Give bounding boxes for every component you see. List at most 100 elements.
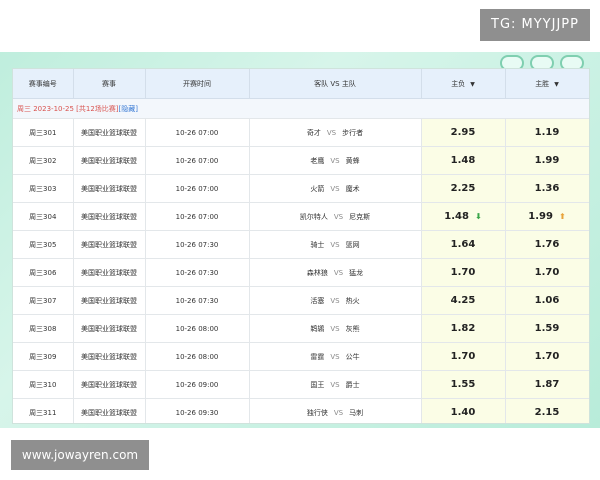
header-home-odds[interactable]: 主胜 ▼ — [505, 69, 589, 99]
table-row[interactable]: 周三303 美国职业篮球联盟 10-26 07:00 火箭 VS 魔术 2.25 1.36 — [13, 174, 589, 203]
away-odds-cell[interactable]: 1.64 — [421, 230, 506, 259]
table-row[interactable]: 周三304 美国职业篮球联盟 10-26 07:00 凯尔特人 VS 尼克斯 1.48 ⬇ 1.… — [13, 202, 589, 231]
vs-label: VS — [333, 408, 344, 417]
away-odds-cell[interactable]: 1.48 ⬇ — [421, 202, 506, 231]
league-cell: 美国职业篮球联盟 — [73, 202, 146, 231]
teams-cell: 骑士 VS 篮网 — [249, 230, 422, 259]
time-cell: 10-26 07:30 — [145, 258, 250, 287]
home-odds-cell[interactable]: 1.70 — [505, 258, 589, 287]
odds-table-panel: 赛事编号 赛事 开赛时间 客队 VS 主队 主负 ▼ 主胜 ▼ 周三 2023-10… — [12, 68, 590, 424]
away-odds-cell[interactable]: 1.55 — [421, 370, 506, 399]
teams-cell: 鹈鹕 VS 灰熊 — [249, 314, 422, 343]
away-team: 国王 — [310, 380, 325, 389]
home-odds-cell[interactable]: 1.99 — [505, 146, 589, 175]
league-cell: 美国职业篮球联盟 — [73, 370, 146, 399]
away-odds-cell[interactable]: 1.70 — [421, 258, 506, 287]
match-no-cell: 周三305 — [13, 230, 74, 259]
away-odds-cell[interactable]: 1.48 — [421, 146, 506, 175]
header-away-odds[interactable]: 主负 ▼ — [421, 69, 506, 99]
vs-label: VS — [330, 240, 340, 249]
home-odds-cell[interactable]: 1.76 — [505, 230, 589, 259]
header-teams: 客队 VS 主队 — [249, 69, 422, 99]
away-team: 火箭 — [310, 184, 325, 193]
home-team: 灰熊 — [345, 324, 360, 333]
arrow-up-icon: ⬆ — [558, 212, 566, 221]
away-odds-cell[interactable]: 2.95 — [421, 118, 506, 147]
time-cell: 10-26 07:00 — [145, 146, 250, 175]
header-time: 开赛时间 — [145, 69, 250, 99]
table-row[interactable]: 周三306 美国职业篮球联盟 10-26 07:30 森林狼 VS 猛龙 1.70 1.70 — [13, 258, 589, 287]
away-team: 奇才 — [306, 128, 321, 137]
home-team: 爵士 — [345, 380, 360, 389]
date-row: 周三 2023-10-25 [共12场比赛][隐藏] — [13, 98, 589, 119]
table-row[interactable]: 周三307 美国职业篮球联盟 10-26 07:30 活塞 VS 热火 4.25 1.06 — [13, 286, 589, 315]
header-match-no: 赛事编号 — [13, 69, 74, 99]
watermark-bottom: www.jowayren.com — [11, 440, 149, 470]
vs-label: VS — [330, 156, 340, 165]
away-team: 森林狼 — [306, 268, 328, 277]
home-odds-cell[interactable]: 1.87 — [505, 370, 589, 399]
league-cell: 美国职业篮球联盟 — [73, 314, 146, 343]
match-no-cell: 周三310 — [13, 370, 74, 399]
time-cell: 10-26 07:00 — [145, 202, 250, 231]
away-team: 凯尔特人 — [299, 212, 328, 221]
teams-cell: 活塞 VS 热火 — [249, 286, 422, 315]
teams-cell: 老鹰 VS 黄蜂 — [249, 146, 422, 175]
home-odds-cell[interactable]: 2.15 — [505, 398, 589, 423]
time-cell: 10-26 08:00 — [145, 314, 250, 343]
away-team: 老鹰 — [310, 156, 325, 165]
triangle-down-icon[interactable]: ▼ — [554, 81, 559, 88]
time-cell: 10-26 09:30 — [145, 398, 250, 423]
match-no-cell: 周三303 — [13, 174, 74, 203]
away-odds-cell[interactable]: 1.70 — [421, 342, 506, 371]
table-row[interactable]: 周三302 美国职业篮球联盟 10-26 07:00 老鹰 VS 黄蜂 1.48 1.99 — [13, 146, 589, 175]
hide-link[interactable]: [隐藏] — [119, 105, 138, 113]
home-team: 热火 — [345, 296, 360, 305]
teams-cell: 奇才 VS 步行者 — [249, 118, 422, 147]
teams-cell: 雷霆 VS 公牛 — [249, 342, 422, 371]
home-odds-cell[interactable]: 1.19 — [505, 118, 589, 147]
home-odds-cell[interactable]: 1.06 — [505, 286, 589, 315]
home-team: 尼克斯 — [349, 212, 371, 221]
home-odds-cell[interactable]: 1.70 — [505, 342, 589, 371]
home-team: 篮网 — [345, 240, 360, 249]
time-cell: 10-26 07:30 — [145, 230, 250, 259]
match-no-cell: 周三311 — [13, 398, 74, 423]
home-team: 黄蜂 — [345, 156, 360, 165]
time-cell: 10-26 08:00 — [145, 342, 250, 371]
home-odds-cell[interactable]: 1.99 ⬆ — [505, 202, 589, 231]
home-team: 猛龙 — [349, 268, 364, 277]
arrow-down-icon: ⬇ — [474, 212, 482, 221]
league-cell: 美国职业篮球联盟 — [73, 230, 146, 259]
time-cell: 10-26 07:00 — [145, 118, 250, 147]
league-cell: 美国职业篮球联盟 — [73, 398, 146, 423]
home-odds-cell[interactable]: 1.59 — [505, 314, 589, 343]
match-no-cell: 周三302 — [13, 146, 74, 175]
home-team: 魔术 — [345, 184, 360, 193]
odds-table: 赛事编号 赛事 开赛时间 客队 VS 主队 主负 ▼ 主胜 ▼ 周三 2023-10… — [13, 69, 589, 423]
table-row[interactable]: 周三310 美国职业篮球联盟 10-26 09:00 国王 VS 爵士 1.55 1.87 — [13, 370, 589, 399]
home-odds-cell[interactable]: 1.36 — [505, 174, 589, 203]
time-cell: 10-26 09:00 — [145, 370, 250, 399]
triangle-down-icon[interactable]: ▼ — [470, 81, 475, 88]
header-league: 赛事 — [73, 69, 146, 99]
date-label: 周三 2023-10-25 [共12场比赛] — [17, 104, 119, 113]
table-row[interactable]: 周三305 美国职业篮球联盟 10-26 07:30 骑士 VS 篮网 1.64 1.76 — [13, 230, 589, 259]
table-row[interactable]: 周三308 美国职业篮球联盟 10-26 08:00 鹈鹕 VS 灰熊 1.82 1.59 — [13, 314, 589, 343]
watermark-top: TG: MYYJJPP — [480, 9, 590, 41]
league-cell: 美国职业篮球联盟 — [73, 258, 146, 287]
table-row[interactable]: 周三311 美国职业篮球联盟 10-26 09:30 独行侠 VS 马刺 1.40 2.15 — [13, 398, 589, 423]
table-row[interactable]: 周三309 美国职业篮球联盟 10-26 08:00 雷霆 VS 公牛 1.70 1.70 — [13, 342, 589, 371]
away-odds-cell[interactable]: 2.25 — [421, 174, 506, 203]
home-team: 公牛 — [345, 352, 360, 361]
league-cell: 美国职业篮球联盟 — [73, 118, 146, 147]
away-odds-cell[interactable]: 1.40 — [421, 398, 506, 423]
away-odds-cell[interactable]: 1.82 — [421, 314, 506, 343]
away-team: 骑士 — [310, 240, 325, 249]
table-row[interactable]: 周三301 美国职业篮球联盟 10-26 07:00 奇才 VS 步行者 2.95 1.19 — [13, 118, 589, 147]
match-no-cell: 周三308 — [13, 314, 74, 343]
teams-cell: 独行侠 VS 马刺 — [249, 398, 422, 423]
away-odds-cell[interactable]: 4.25 — [421, 286, 506, 315]
teams-cell: 火箭 VS 魔术 — [249, 174, 422, 203]
time-cell: 10-26 07:30 — [145, 286, 250, 315]
